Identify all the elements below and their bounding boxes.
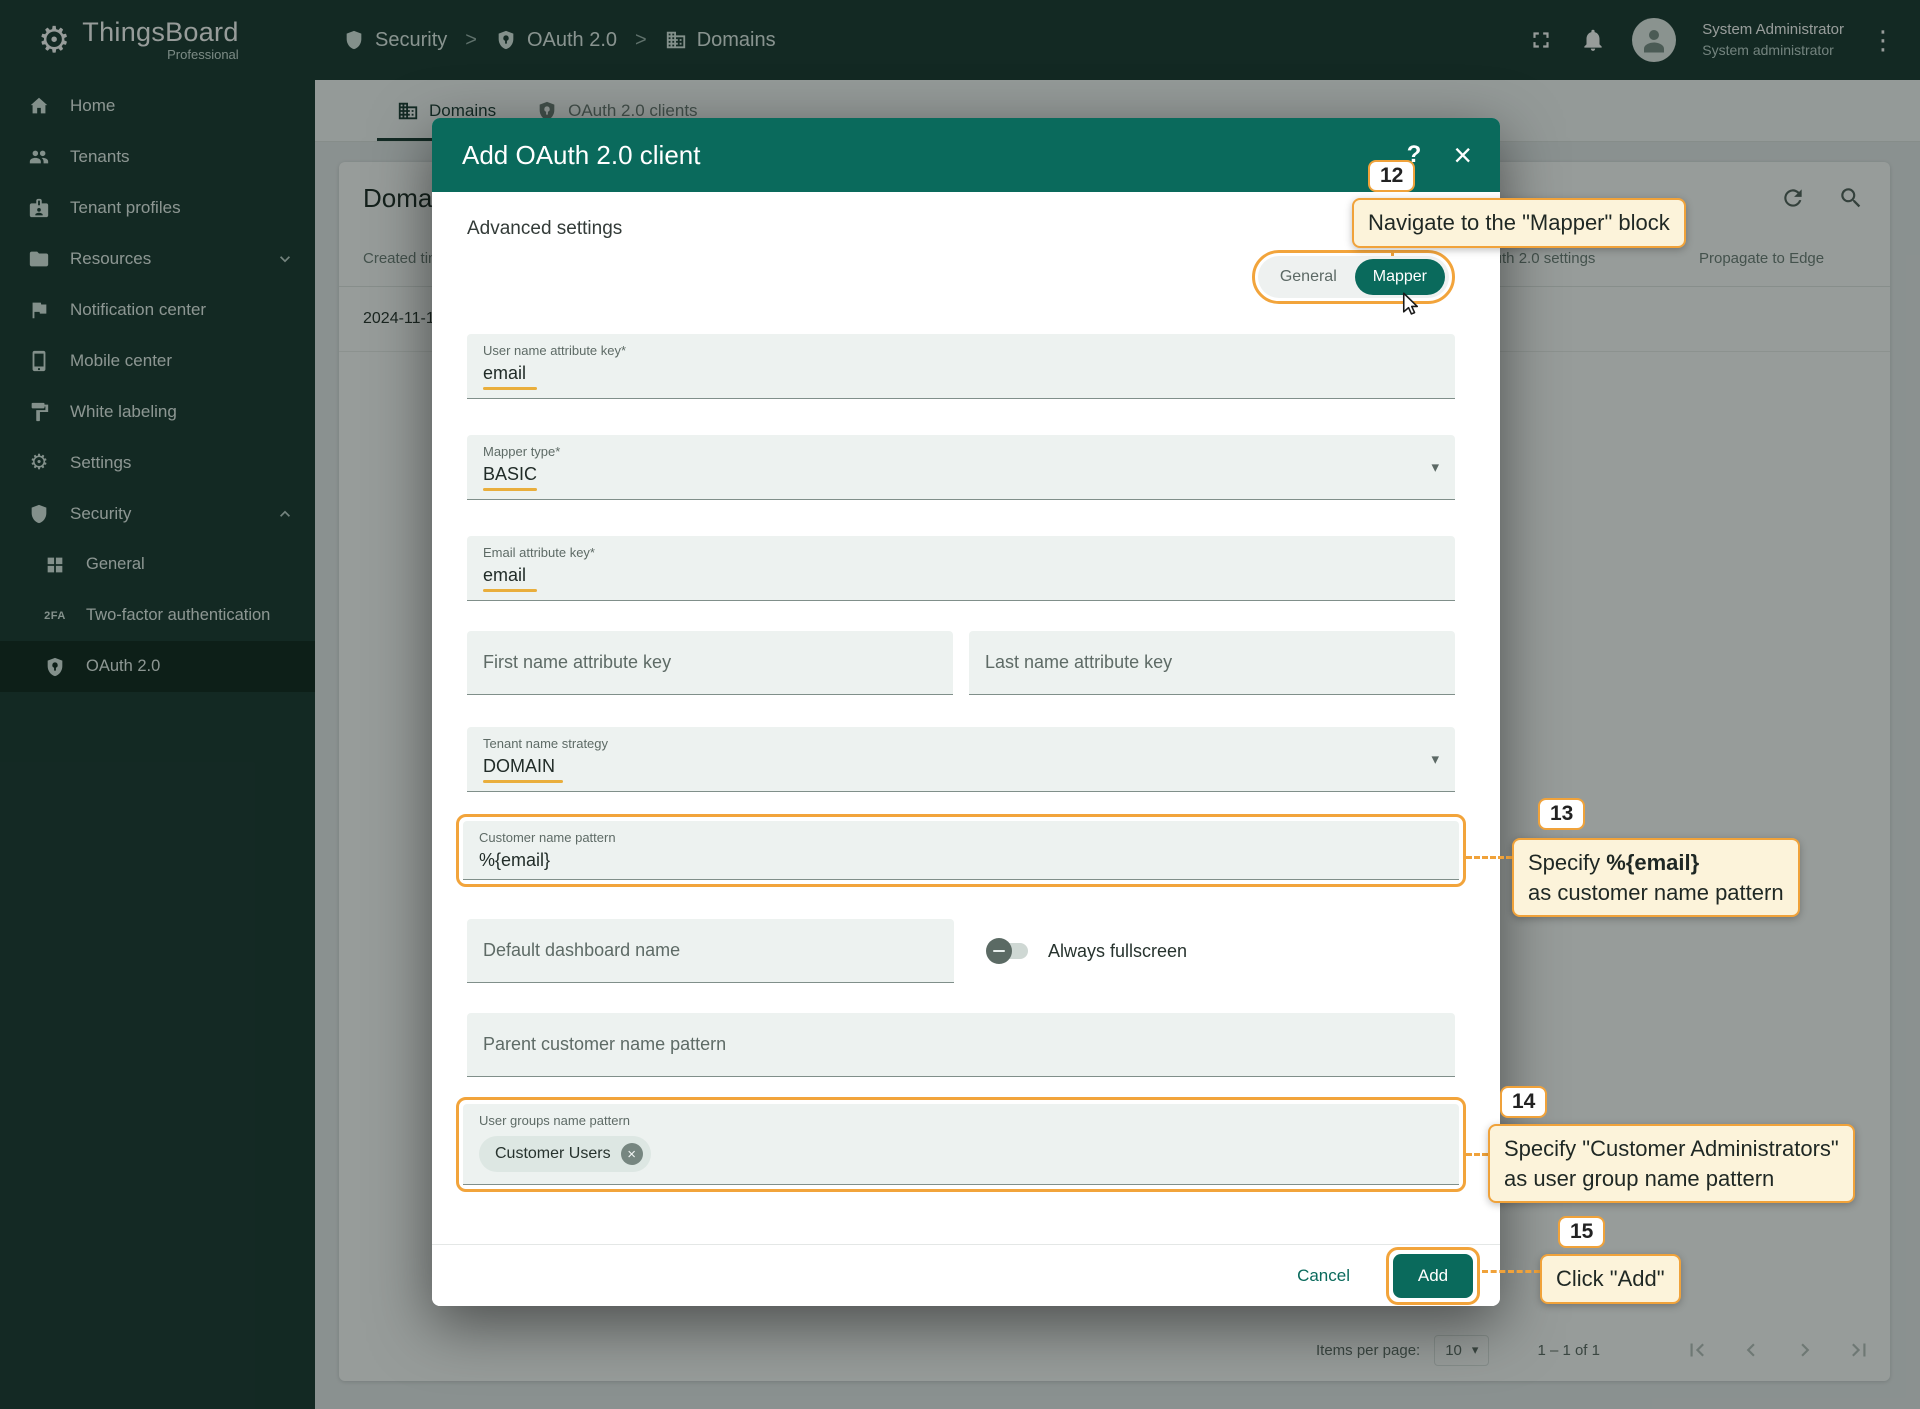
always-fullscreen-label: Always fullscreen	[1048, 941, 1187, 962]
annotation-underline	[483, 387, 537, 390]
field-placeholder: Parent customer name pattern	[483, 1034, 726, 1055]
field-value: email	[483, 363, 1439, 384]
mouse-cursor	[1397, 291, 1424, 318]
step-14-connector	[1466, 1153, 1488, 1156]
customer-users-chip[interactable]: Customer Users ×	[479, 1136, 651, 1172]
dialog-title: Add OAuth 2.0 client	[462, 140, 700, 171]
mapper-toggle-button[interactable]: Mapper	[1355, 259, 1445, 295]
dialog-body: Advanced settings General Mapper User na…	[432, 192, 1500, 1306]
step-14-highlight: User groups name pattern Customer Users …	[456, 1097, 1466, 1192]
general-toggle-button[interactable]: General	[1262, 259, 1355, 295]
field-label: Mapper type*	[483, 444, 1439, 459]
user-groups-name-pattern-field[interactable]: User groups name pattern Customer Users …	[463, 1104, 1459, 1185]
toggle-knob	[986, 938, 1012, 964]
parent-customer-name-pattern-field[interactable]: Parent customer name pattern	[467, 1013, 1455, 1077]
step-13-badge: 13	[1538, 798, 1585, 830]
step-12-highlight: General Mapper	[1252, 250, 1455, 304]
add-oauth-client-dialog: Add OAuth 2.0 client ? × Advanced settin…	[432, 118, 1500, 1306]
cancel-button[interactable]: Cancel	[1291, 1265, 1356, 1287]
chip-remove-icon[interactable]: ×	[621, 1143, 643, 1165]
step-13-highlight: Customer name pattern %{email}	[456, 814, 1466, 887]
step-14-badge: 14	[1500, 1086, 1547, 1118]
field-placeholder: First name attribute key	[483, 652, 671, 673]
step-15-badge: 15	[1558, 1216, 1605, 1248]
field-placeholder: Last name attribute key	[985, 652, 1172, 673]
step-15-highlight: Add	[1386, 1247, 1480, 1305]
field-label: Customer name pattern	[479, 830, 1443, 845]
step-14-callout: Specify "Customer Administrators" as use…	[1488, 1124, 1855, 1203]
step-15-connector	[1482, 1270, 1540, 1273]
default-dashboard-name-field[interactable]: Default dashboard name	[467, 919, 954, 983]
step-12-callout: Navigate to the "Mapper" block	[1352, 198, 1686, 248]
field-value: %{email}	[479, 850, 1443, 871]
step-13-callout: Specify %{email} as customer name patter…	[1512, 838, 1800, 917]
chip-label: Customer Users	[495, 1145, 611, 1163]
chevron-down-icon: ▾	[1431, 750, 1439, 768]
field-label: Email attribute key*	[483, 545, 1439, 560]
chevron-down-icon: ▾	[1431, 458, 1439, 476]
screen: ⚙ ThingsBoard Professional Security > OA…	[0, 0, 1920, 1409]
dialog-header: Add OAuth 2.0 client ? ×	[432, 118, 1500, 192]
section-title: Advanced settings	[467, 218, 622, 240]
first-name-attribute-key-field[interactable]: First name attribute key	[467, 631, 953, 695]
always-fullscreen-toggle[interactable]	[988, 943, 1028, 959]
step-13-connector	[1466, 856, 1512, 859]
step-15-callout: Click "Add"	[1540, 1254, 1681, 1304]
close-icon[interactable]: ×	[1453, 139, 1472, 171]
field-value: DOMAIN	[483, 756, 1439, 777]
tenant-name-strategy-select[interactable]: Tenant name strategy DOMAIN ▾	[467, 727, 1455, 792]
mapper-type-select[interactable]: Mapper type* BASIC ▾	[467, 435, 1455, 500]
annotation-underline	[483, 780, 563, 783]
annotation-underline	[483, 589, 537, 592]
username-attribute-key-field[interactable]: User name attribute key* email	[467, 334, 1455, 399]
customer-name-pattern-field[interactable]: Customer name pattern %{email}	[463, 821, 1459, 880]
annotation-underline	[483, 488, 537, 491]
field-placeholder: Default dashboard name	[483, 940, 680, 961]
add-button[interactable]: Add	[1393, 1254, 1473, 1298]
step-12-badge: 12	[1368, 160, 1415, 192]
field-value: email	[483, 565, 1439, 586]
field-value: BASIC	[483, 464, 1439, 485]
email-attribute-key-field[interactable]: Email attribute key* email	[467, 536, 1455, 601]
field-label: User name attribute key*	[483, 343, 1439, 358]
dialog-footer: Cancel Add	[432, 1244, 1500, 1306]
last-name-attribute-key-field[interactable]: Last name attribute key	[969, 631, 1455, 695]
field-label: User groups name pattern	[479, 1113, 1443, 1128]
field-label: Tenant name strategy	[483, 736, 1439, 751]
